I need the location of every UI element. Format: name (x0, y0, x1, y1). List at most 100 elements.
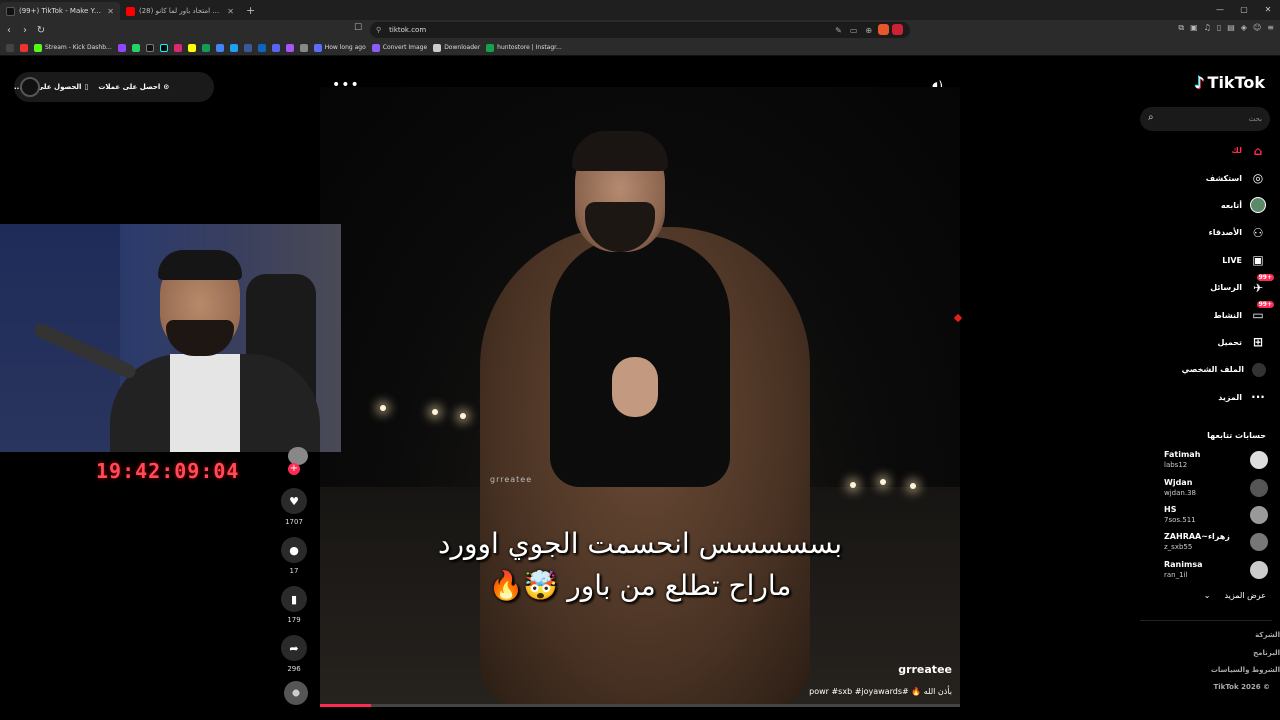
followed-account[interactable]: ZAHRAA~زهراء z_sxb55 (1128, 529, 1268, 555)
sidebar: ♪ TikTok ⌕ بحث ⌂ لك ◎ استكشف أتابعه ⚇ الأصد… (1130, 57, 1280, 720)
video-watermark: grreatee (490, 475, 533, 484)
webcam-hair (158, 250, 242, 280)
account-handle: labs12 (1164, 461, 1188, 469)
webcam-person (70, 244, 320, 452)
home-icon: ⌂ (1253, 143, 1263, 158)
sidebar-item-for-you[interactable]: ⌂ لك (1130, 137, 1280, 164)
phone-icon: ▯ (84, 83, 89, 91)
tab-close-icon[interactable]: ✕ (227, 7, 234, 16)
footer-program-link[interactable]: البرنامج (1253, 649, 1280, 657)
video-description[interactable]: بأذن الله 🔥 #powr #sxb #joyawards (809, 687, 952, 696)
address-bar[interactable]: ⚲ tiktok.com ✎ ▭ ⊕ ⇪ ☆ (370, 22, 910, 38)
snapchat-icon[interactable] (187, 43, 196, 52)
followed-account[interactable]: Ranimsa ran_1il (1128, 557, 1268, 583)
followed-account[interactable]: Fatimah labs12 (1128, 447, 1268, 473)
translate-icon[interactable]: ✎ (835, 26, 842, 35)
sidebar-item-live[interactable]: ▣ LIVE (1130, 247, 1280, 274)
bookmark-item[interactable]: huntostore | Instagr... (486, 43, 562, 52)
like-action[interactable]: ♥ 1707 (279, 488, 309, 526)
globe-icon[interactable] (299, 43, 308, 52)
maximize-icon[interactable]: ▢ (1232, 0, 1256, 20)
share-action[interactable]: ➦ 296 (279, 635, 309, 673)
profile-menu-icon[interactable]: ☺ (1253, 23, 1261, 33)
video-player[interactable]: grreatee بسسسسس انحسمت الجوي اوورد ماراح… (320, 87, 960, 707)
brave-shields[interactable] (878, 22, 908, 37)
wallet-icon[interactable]: ▤ (1227, 23, 1235, 33)
x-icon[interactable] (145, 43, 154, 52)
instagram-icon[interactable] (173, 43, 182, 52)
cast-icon[interactable]: ▭ (850, 26, 858, 35)
get-coins-button[interactable]: ⊙ احصل على عملات (98, 83, 169, 91)
site-info-icon[interactable]: ⚲ (376, 26, 381, 34)
forward-icon[interactable]: › (18, 25, 32, 36)
docs-icon[interactable] (215, 43, 224, 52)
zoom-icon[interactable]: ⊕ (865, 26, 872, 35)
bookmark-item[interactable]: Downloader (433, 43, 480, 52)
rewards-icon[interactable] (892, 24, 903, 35)
sheets-icon[interactable] (201, 43, 210, 52)
follow-plus-icon[interactable]: + (288, 463, 300, 475)
tiktok-icon[interactable] (159, 43, 168, 52)
music-icon[interactable]: ♫ (1204, 23, 1211, 33)
tiktok-logo[interactable]: ♪ TikTok (1194, 73, 1265, 92)
extension-icon[interactable]: ⧉ (1178, 23, 1184, 33)
tab-close-icon[interactable]: ✕ (107, 7, 114, 16)
followed-account[interactable]: HS 7sos.511 (1128, 502, 1268, 528)
bookmark-favicon-icon[interactable] (20, 43, 28, 52)
bookmark-save-icon[interactable]: ▮ (281, 586, 307, 612)
profile-icon (1252, 362, 1266, 377)
more-icon: ··· (1251, 390, 1265, 405)
reload-icon[interactable]: ↻ (34, 25, 48, 36)
sidebar-item-messages[interactable]: ✈ الرسائل 99+ (1130, 273, 1280, 301)
bookmark-item[interactable]: Convert Image (371, 43, 427, 52)
tab-youtube[interactable]: (28) حلقت اسالتي امتحاد باور لما كانو ..… (120, 2, 240, 20)
heart-icon[interactable]: ♥ (281, 488, 307, 514)
search-input[interactable]: ⌕ بحث (1140, 107, 1270, 131)
sidebar-item-following[interactable]: أتابعه (1130, 192, 1280, 219)
see-more-button[interactable]: عرض المزيد ⌄ (1204, 591, 1266, 600)
tab-tiktok[interactable]: (99+) TikTok - Make Your Day ✕ (0, 2, 120, 20)
shield-icon[interactable] (878, 24, 889, 35)
facebook-icon[interactable] (243, 43, 252, 52)
activity-icon: ▭ (1252, 308, 1264, 323)
twitch-icon[interactable] (117, 43, 126, 52)
discord-icon[interactable] (271, 43, 280, 52)
link-icon[interactable] (229, 43, 238, 52)
screenshot-icon[interactable]: ▣ (1190, 23, 1198, 33)
top-promo-pill: ⊙ احصل على عملات ▯ الحصول على الت... (14, 72, 214, 102)
video-progress-bar[interactable] (320, 704, 960, 707)
linkedin-icon[interactable] (257, 43, 266, 52)
sidebar-icon[interactable]: ▯ (1217, 23, 1221, 33)
sidebar-item-activity[interactable]: ▭ النشاط 99+ (1130, 301, 1280, 328)
close-window-icon[interactable]: ✕ (1256, 0, 1280, 20)
vpn-icon[interactable]: ◈ (1241, 23, 1247, 33)
comment-icon[interactable]: ● (281, 537, 307, 563)
save-action[interactable]: ▮ 179 (279, 586, 309, 624)
new-tab-button[interactable]: + (240, 4, 261, 17)
sidebar-item-explore[interactable]: ◎ استكشف (1130, 164, 1280, 191)
back-icon[interactable]: ‹ (2, 25, 16, 36)
followed-account[interactable]: Wjdan wjdan.38 (1128, 475, 1268, 501)
minimize-icon[interactable]: — (1208, 0, 1232, 20)
streamlabs-icon[interactable] (285, 43, 294, 52)
account-name: Wjdan wjdan.38 (1164, 478, 1244, 498)
upload-icon: ⊞ (1252, 335, 1264, 350)
comment-action[interactable]: ● 17 (279, 537, 309, 575)
whatsapp-icon[interactable] (131, 43, 140, 52)
share-arrow-icon[interactable]: ➦ (281, 635, 307, 661)
bookmark-item[interactable]: Stream - Kick Dashb... (34, 43, 112, 52)
apps-icon[interactable] (6, 43, 14, 52)
footer-terms-link[interactable]: الشروط والسياسات (1211, 666, 1280, 674)
bookmark-item[interactable]: How long ago (313, 43, 366, 52)
profile-ring-icon[interactable] (20, 77, 40, 97)
sidebar-item-more[interactable]: ··· المزيد (1130, 384, 1280, 411)
sidebar-item-friends[interactable]: ⚇ الأصدقاء (1130, 219, 1280, 246)
bookmark-icon[interactable]: ☐ (354, 23, 362, 33)
sidebar-item-upload[interactable]: ⊞ تحميل (1130, 329, 1280, 356)
search-icon[interactable]: ⌕ (1148, 112, 1154, 123)
music-disc-icon[interactable] (284, 681, 308, 705)
footer-company-link[interactable]: الشركة (1255, 631, 1280, 639)
video-author[interactable]: grreatee (898, 663, 952, 676)
sidebar-item-profile[interactable]: الملف الشخصي (1130, 356, 1280, 383)
menu-icon[interactable]: ≡ (1267, 23, 1274, 33)
